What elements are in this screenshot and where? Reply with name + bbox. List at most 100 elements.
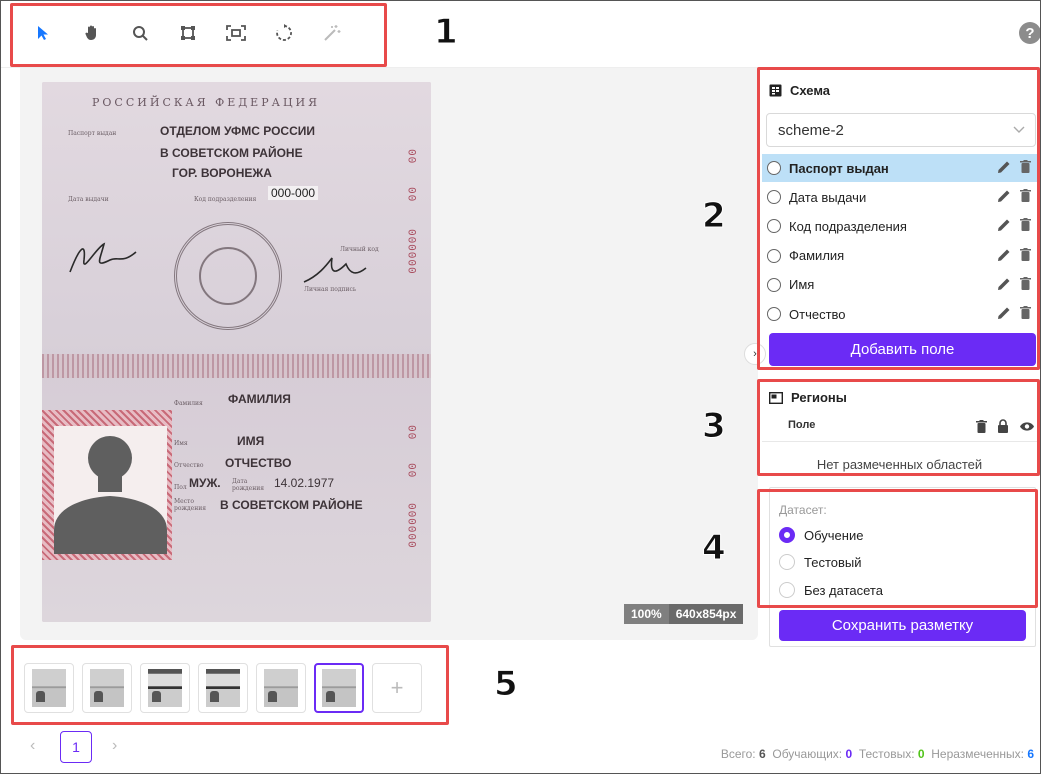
lock-icon[interactable]	[997, 419, 1009, 433]
thumbnail[interactable]	[140, 663, 190, 713]
regions-actions	[976, 419, 1035, 433]
hand-icon[interactable]	[79, 20, 105, 46]
radio-icon[interactable]	[779, 554, 795, 570]
schema-field-label: Дата выдачи	[789, 189, 867, 205]
radio-icon[interactable]	[767, 248, 781, 263]
thumbnail-image	[32, 669, 66, 707]
radio-icon[interactable]	[767, 219, 781, 234]
radio-icon[interactable]	[767, 161, 781, 175]
trash-icon[interactable]	[1020, 189, 1031, 206]
thumbnail-image	[148, 669, 182, 707]
serial-top-2: 00	[408, 186, 420, 202]
schema-field-row[interactable]: Фамилия	[762, 242, 1037, 270]
delete-all-icon[interactable]	[976, 419, 987, 433]
row-actions	[997, 247, 1031, 265]
serial-top-1: 00	[408, 148, 420, 164]
pager-prev[interactable]: ‹	[30, 737, 35, 755]
schema-field-label: Код подразделения	[789, 218, 907, 234]
schema-field-row[interactable]: Паспорт выдан	[762, 154, 1037, 182]
trash-icon[interactable]	[1020, 160, 1031, 177]
radio-icon[interactable]	[767, 190, 781, 205]
schema-field-row[interactable]: Код подразделения	[762, 212, 1037, 240]
schema-title: Схема	[790, 83, 831, 98]
pointer-icon[interactable]	[30, 20, 56, 46]
stats-bar: Всего: 6 Обучающих: 0 Тестовых: 0 Неразм…	[720, 747, 1034, 761]
edit-icon[interactable]	[997, 160, 1011, 177]
zoom-icon[interactable]	[127, 20, 153, 46]
stats-unlabeled: 6	[1027, 747, 1034, 761]
pager-page-1[interactable]: 1	[60, 731, 92, 763]
thumbnail[interactable]	[314, 663, 364, 713]
collapse-panel-button[interactable]: ›	[744, 343, 766, 365]
pager-next[interactable]: ›	[112, 737, 117, 755]
regions-header: Регионы	[769, 390, 847, 405]
image-dimensions: 640x854px	[668, 604, 744, 624]
toolbar: ?	[0, 0, 1041, 68]
radio-icon[interactable]	[779, 582, 795, 598]
add-field-button[interactable]: Добавить поле	[769, 333, 1036, 366]
help-icon[interactable]: ?	[1019, 22, 1041, 44]
dataset-label: Датасет:	[779, 503, 827, 517]
schema-select-value: scheme-2	[778, 121, 844, 139]
chevron-down-icon	[1013, 123, 1025, 137]
edit-icon[interactable]	[997, 277, 1011, 294]
add-image-button[interactable]: +	[372, 663, 422, 713]
regions-empty-message: Нет размеченных областей	[816, 457, 983, 472]
thumbnail[interactable]	[24, 663, 74, 713]
annotation-number-4: 4	[702, 528, 727, 569]
thumbnail-image	[206, 669, 240, 707]
schema-field-row[interactable]: Дата выдачи	[762, 183, 1037, 211]
schema-header: Схема	[769, 83, 830, 98]
serial-bottom-3: 000000	[408, 502, 420, 548]
thumbnail[interactable]	[256, 663, 306, 713]
magic-wand-icon[interactable]	[319, 20, 345, 46]
radio-icon[interactable]	[767, 307, 781, 321]
doc-surname: ФАМИЛИЯ	[228, 392, 291, 406]
trash-icon[interactable]	[1020, 218, 1031, 235]
annotation-number-2: 2	[702, 196, 727, 237]
trash-icon[interactable]	[1020, 306, 1031, 323]
divider	[762, 441, 1037, 442]
edit-icon[interactable]	[997, 248, 1011, 265]
dataset-option-test[interactable]: Тестовый	[779, 554, 862, 570]
row-actions	[997, 306, 1031, 323]
doc-patronymic: ОТЧЕСТВО	[225, 456, 292, 470]
doc-issued-line1: ОТДЕЛОМ УФМС РОССИИ	[160, 124, 316, 138]
eye-icon[interactable]	[1019, 421, 1035, 432]
row-actions	[997, 276, 1031, 294]
annotation-number-1: 1	[434, 12, 459, 53]
edit-icon[interactable]	[997, 218, 1011, 235]
row-actions	[997, 189, 1031, 206]
doc-header: РОССИЙСКАЯ ФЕДЕРАЦИЯ	[92, 96, 321, 109]
rotate-icon[interactable]	[271, 20, 297, 46]
regions-column-field: Поле	[788, 419, 816, 431]
thumbnail[interactable]	[82, 663, 132, 713]
annotation-number-5: 5	[494, 664, 519, 705]
dataset-option-train[interactable]: Обучение	[779, 527, 863, 543]
serial-top-3: 000000	[408, 228, 420, 274]
thumbnail[interactable]	[198, 663, 248, 713]
dataset-option-none[interactable]: Без датасета	[779, 582, 883, 598]
radio-icon[interactable]	[767, 277, 781, 292]
radio-selected-icon[interactable]	[779, 527, 795, 543]
schema-field-row[interactable]: Имя	[762, 271, 1037, 299]
doc-issued-line2: В СОВЕТСКОМ РАЙОНЕ	[160, 146, 303, 160]
annotation-number-3: 3	[702, 406, 727, 447]
schema-select[interactable]: scheme-2	[766, 113, 1036, 147]
fit-icon[interactable]	[223, 20, 249, 46]
signature-icon	[69, 242, 137, 273]
crop-icon[interactable]	[175, 20, 201, 46]
doc-sex: МУЖ.	[189, 476, 221, 490]
trash-icon[interactable]	[1020, 276, 1031, 294]
doc-code: 000-000	[268, 186, 319, 200]
edit-icon[interactable]	[997, 189, 1011, 206]
zoom-level: 100%	[624, 604, 669, 624]
zoom-badge: 100% 640x854px	[624, 604, 744, 624]
stats-total: 6	[759, 747, 766, 761]
edit-icon[interactable]	[997, 306, 1011, 323]
trash-icon[interactable]	[1020, 247, 1031, 265]
schema-icon	[769, 84, 782, 97]
schema-field-row[interactable]: Отчество	[762, 300, 1037, 328]
save-markup-button[interactable]: Сохранить разметку	[779, 610, 1026, 641]
doc-name: ИМЯ	[237, 434, 265, 448]
